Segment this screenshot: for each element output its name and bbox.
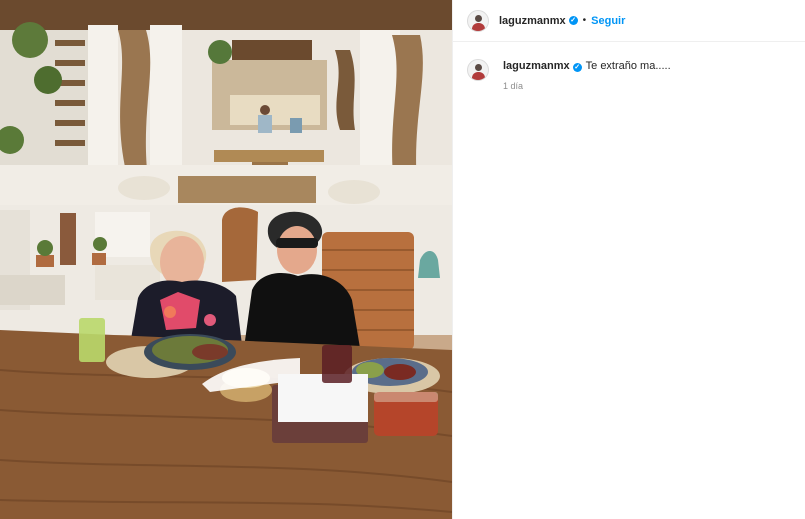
photo-scene	[0, 0, 452, 519]
verified-badge-icon: ✓	[568, 16, 578, 25]
separator-dot: •	[582, 15, 587, 26]
post-header: laguzmanmx ✓ • Seguir	[453, 0, 805, 42]
caption-row: laguzmanmx ✓ Te extraño ma..... 1 día	[453, 42, 805, 93]
post-photo	[0, 0, 452, 519]
caption-content: laguzmanmx ✓ Te extraño ma..... 1 día	[503, 59, 671, 93]
caption-text: Te extraño ma.....	[585, 60, 671, 72]
caption-verified-icon: ✓	[572, 63, 582, 72]
header-username[interactable]: laguzmanmx	[499, 15, 566, 27]
post-time[interactable]: 1 día	[503, 79, 671, 93]
user-avatar[interactable]	[467, 9, 489, 32]
caption-username[interactable]: laguzmanmx	[503, 60, 570, 72]
follow-button[interactable]: Seguir	[591, 15, 625, 27]
caption-avatar[interactable]	[467, 59, 489, 81]
post-sidebar: laguzmanmx ✓ • Seguir laguzmanmx ✓ Te extr…	[452, 0, 805, 519]
